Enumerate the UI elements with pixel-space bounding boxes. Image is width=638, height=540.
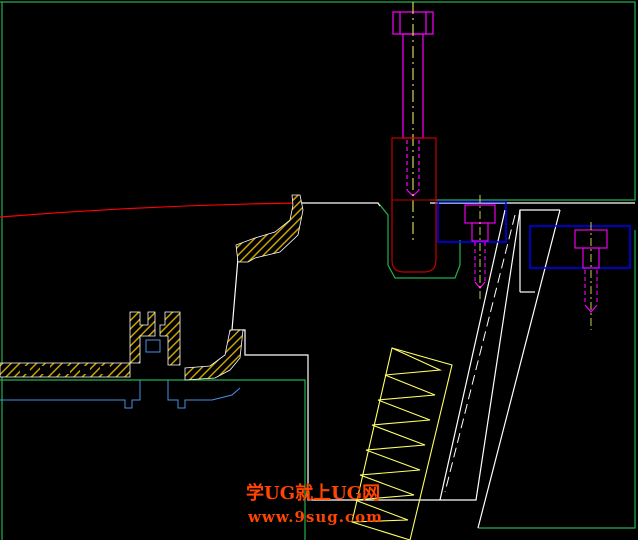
slider-centerline [444, 214, 516, 493]
top-bolt [392, 11, 434, 197]
part-slot-5 [100, 366, 110, 374]
cad-viewport[interactable]: 学UG就上UG网 www.9sug.com [0, 0, 638, 540]
top-plate-outline [0, 1, 636, 201]
part-side-wall [184, 329, 244, 381]
boss-core [145, 339, 161, 353]
parting-line-curve [0, 202, 301, 218]
core-outline [231, 202, 635, 529]
guide-block-2 [529, 222, 631, 330]
inner-bottom-line [0, 380, 141, 409]
part-top-flange [235, 194, 304, 263]
drawing-canvas[interactable]: 学UG就上UG网 www.9sug.com [0, 0, 638, 540]
guide-block-2-body [529, 225, 631, 269]
bolt-tip-1 [406, 189, 414, 197]
parting-surface [300, 202, 381, 207]
slider-guide-right [477, 209, 561, 529]
slider-guide-left [439, 209, 506, 501]
part-boss-left [129, 311, 156, 364]
inner-right-line [167, 380, 241, 409]
cavity-wall [231, 209, 560, 501]
green-mold-plates [0, 1, 636, 540]
centerlines [444, 214, 516, 493]
watermark: 学UG就上UG网 www.9sug.com [246, 482, 383, 526]
part-slot-3 [60, 366, 70, 374]
watermark-line-2: www.9sug.com [247, 508, 383, 526]
ejector-pocket-red [391, 137, 437, 273]
part-boss-right [159, 311, 181, 366]
guide-block-1 [437, 195, 507, 300]
part-slot-4 [80, 366, 90, 374]
part-slot-2 [40, 366, 50, 374]
watermark-line-1: 学UG就上UG网 [246, 482, 380, 504]
bolt-tip-2 [412, 189, 420, 197]
part-slot-1 [20, 366, 30, 374]
bottom-right-plate [478, 230, 636, 529]
